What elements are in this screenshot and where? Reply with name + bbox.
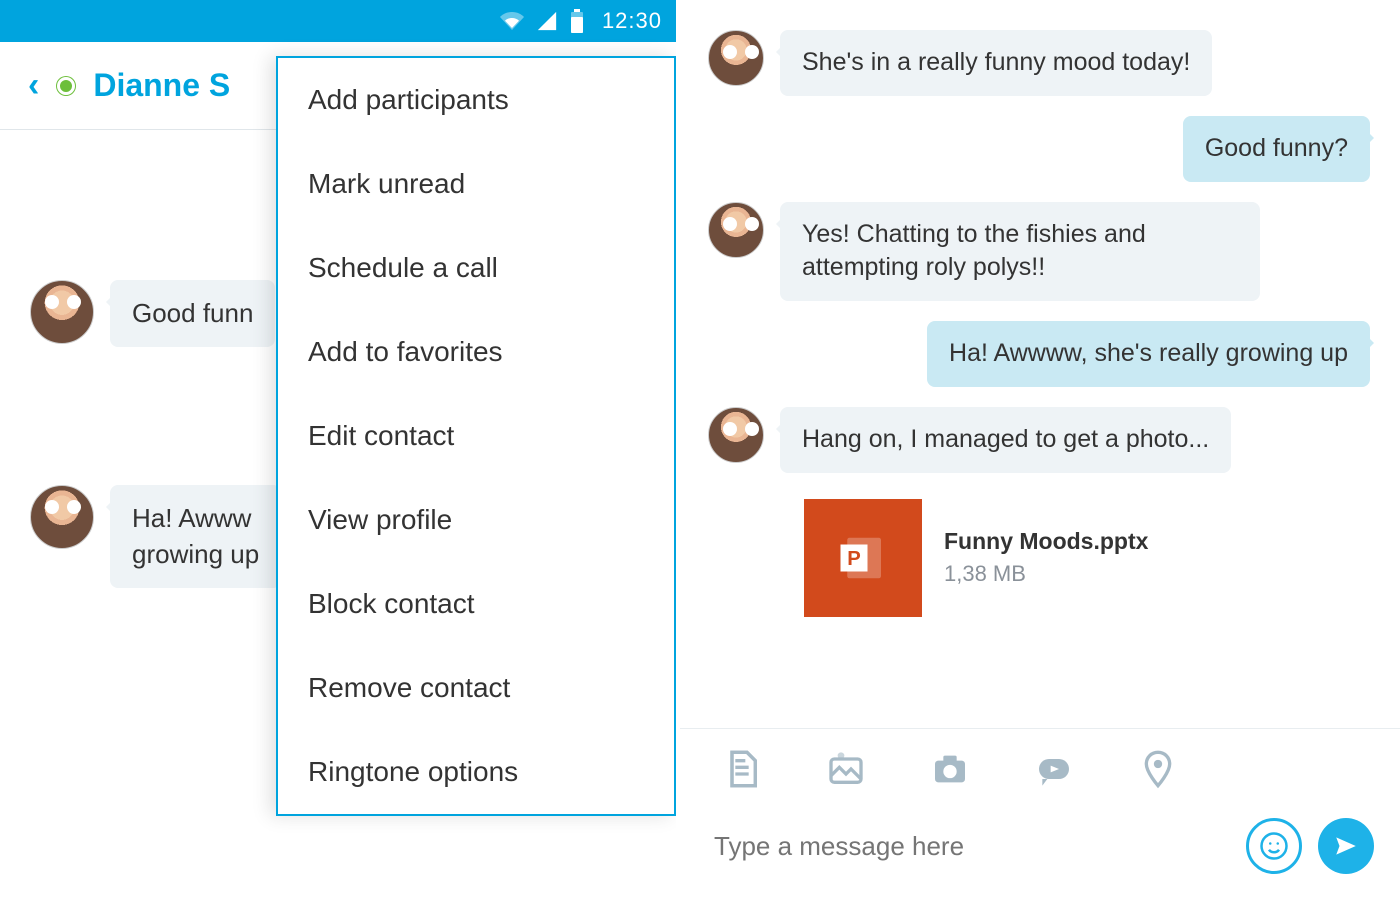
menu-add-favorites[interactable]: Add to favorites [278, 310, 674, 394]
message-text: Ha! Awwww, she's really growing up [949, 339, 1348, 367]
location-icon[interactable] [1136, 747, 1180, 791]
message-text: She's in a really funny mood today! [802, 48, 1190, 76]
camera-icon[interactable] [928, 747, 972, 791]
menu-schedule-call[interactable]: Schedule a call [278, 226, 674, 310]
message-text: Good funn [132, 298, 253, 328]
video-message-icon[interactable] [1032, 747, 1076, 791]
message-row: Yes! Chatting to the fishies and attempt… [708, 202, 1370, 302]
message-input[interactable] [714, 831, 1230, 862]
menu-ringtone-options[interactable]: Ringtone options [278, 730, 674, 814]
android-statusbar: 12:30 [0, 0, 676, 42]
file-attachment[interactable]: P Funny Moods.pptx 1,38 MB [708, 499, 1370, 617]
incoming-bubble[interactable]: Good funn [110, 280, 275, 347]
message-row: Good funny? [708, 116, 1370, 182]
message-row: Ha! Awwww, she's really growing up [708, 321, 1370, 387]
message-text: growing up [132, 539, 259, 569]
left-pane: 12:30 ‹ Dianne S Sh to Good funn [0, 0, 680, 900]
avatar[interactable] [708, 30, 764, 86]
incoming-bubble[interactable]: Yes! Chatting to the fishies and attempt… [780, 202, 1260, 302]
outgoing-bubble[interactable]: Good funny? [1183, 116, 1370, 182]
battery-icon [570, 9, 584, 33]
powerpoint-file-icon: P [804, 499, 922, 617]
message-text: Yes! Chatting to the fishies and attempt… [802, 220, 1146, 282]
message-text: Hang on, I managed to get a photo... [802, 425, 1209, 453]
document-icon[interactable] [720, 747, 764, 791]
menu-view-profile[interactable]: View profile [278, 478, 674, 562]
gallery-icon[interactable] [824, 747, 868, 791]
contact-name[interactable]: Dianne S [93, 67, 230, 104]
back-button[interactable]: ‹ [28, 66, 39, 105]
context-menu: Add participants Mark unread Schedule a … [276, 56, 676, 816]
incoming-bubble[interactable]: Hang on, I managed to get a photo... [780, 407, 1231, 473]
file-name: Funny Moods.pptx [944, 528, 1148, 555]
incoming-bubble[interactable]: Ha! Awww growing up [110, 485, 281, 587]
menu-remove-contact[interactable]: Remove contact [278, 646, 674, 730]
right-chat-thread: She's in a really funny mood today! Good… [680, 0, 1400, 617]
presence-online-icon [57, 77, 75, 95]
avatar[interactable] [30, 485, 94, 549]
message-text: Ha! Awww [132, 503, 251, 533]
message-row: Hang on, I managed to get a photo... [708, 407, 1370, 473]
file-size: 1,38 MB [944, 561, 1148, 587]
menu-block-contact[interactable]: Block contact [278, 562, 674, 646]
avatar[interactable] [708, 202, 764, 258]
avatar[interactable] [30, 280, 94, 344]
compose-bar [680, 798, 1400, 900]
svg-text:P: P [847, 547, 861, 569]
send-button[interactable] [1318, 818, 1374, 874]
menu-edit-contact[interactable]: Edit contact [278, 394, 674, 478]
attachment-toolbar [680, 728, 1400, 798]
statusbar-time: 12:30 [602, 8, 662, 34]
message-row: She's in a really funny mood today! [708, 30, 1370, 96]
message-text: Good funny? [1205, 134, 1348, 162]
right-pane: She's in a really funny mood today! Good… [680, 0, 1400, 900]
file-metadata: Funny Moods.pptx 1,38 MB [944, 528, 1148, 587]
menu-add-participants[interactable]: Add participants [278, 58, 674, 142]
incoming-bubble[interactable]: She's in a really funny mood today! [780, 30, 1212, 96]
menu-mark-unread[interactable]: Mark unread [278, 142, 674, 226]
wifi-icon [500, 9, 524, 33]
emoji-button[interactable] [1246, 818, 1302, 874]
avatar[interactable] [708, 407, 764, 463]
app-root: 12:30 ‹ Dianne S Sh to Good funn [0, 0, 1400, 900]
outgoing-bubble[interactable]: Ha! Awwww, she's really growing up [927, 321, 1370, 387]
cell-signal-icon [536, 10, 558, 32]
